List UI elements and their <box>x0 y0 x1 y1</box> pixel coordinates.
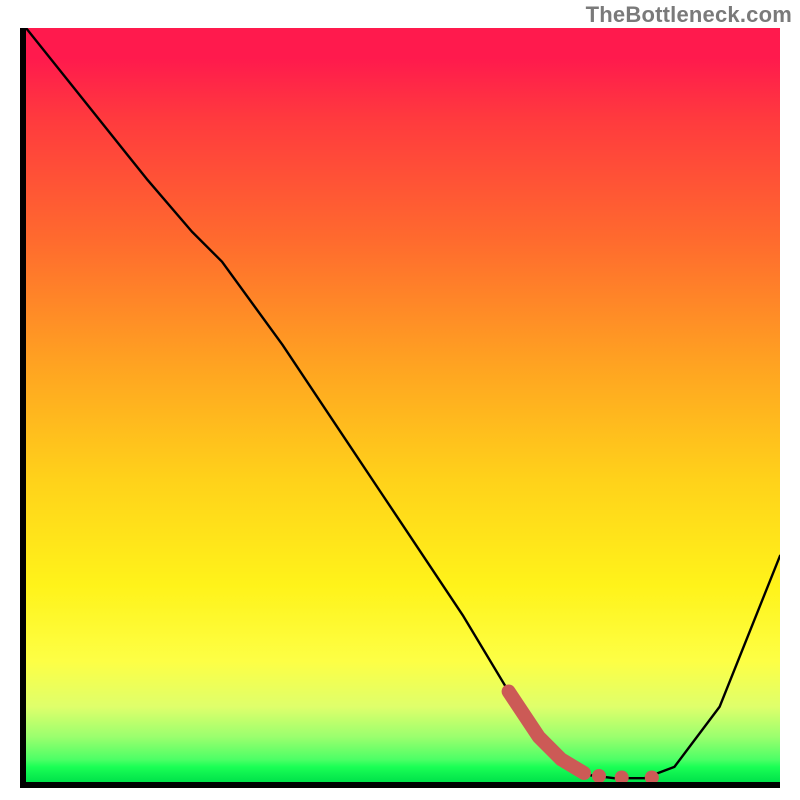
bottleneck-curve <box>26 28 780 778</box>
chart-overlay <box>26 28 780 782</box>
optimal-marker-dot <box>645 771 659 783</box>
plot-area <box>26 28 780 782</box>
optimal-markers <box>592 769 659 782</box>
optimal-marker-dot <box>615 771 629 783</box>
optimal-marker-dot <box>592 769 606 782</box>
optimal-range-highlight <box>509 692 584 774</box>
attribution-label: TheBottleneck.com <box>586 2 792 28</box>
chart-frame: TheBottleneck.com <box>0 0 800 800</box>
